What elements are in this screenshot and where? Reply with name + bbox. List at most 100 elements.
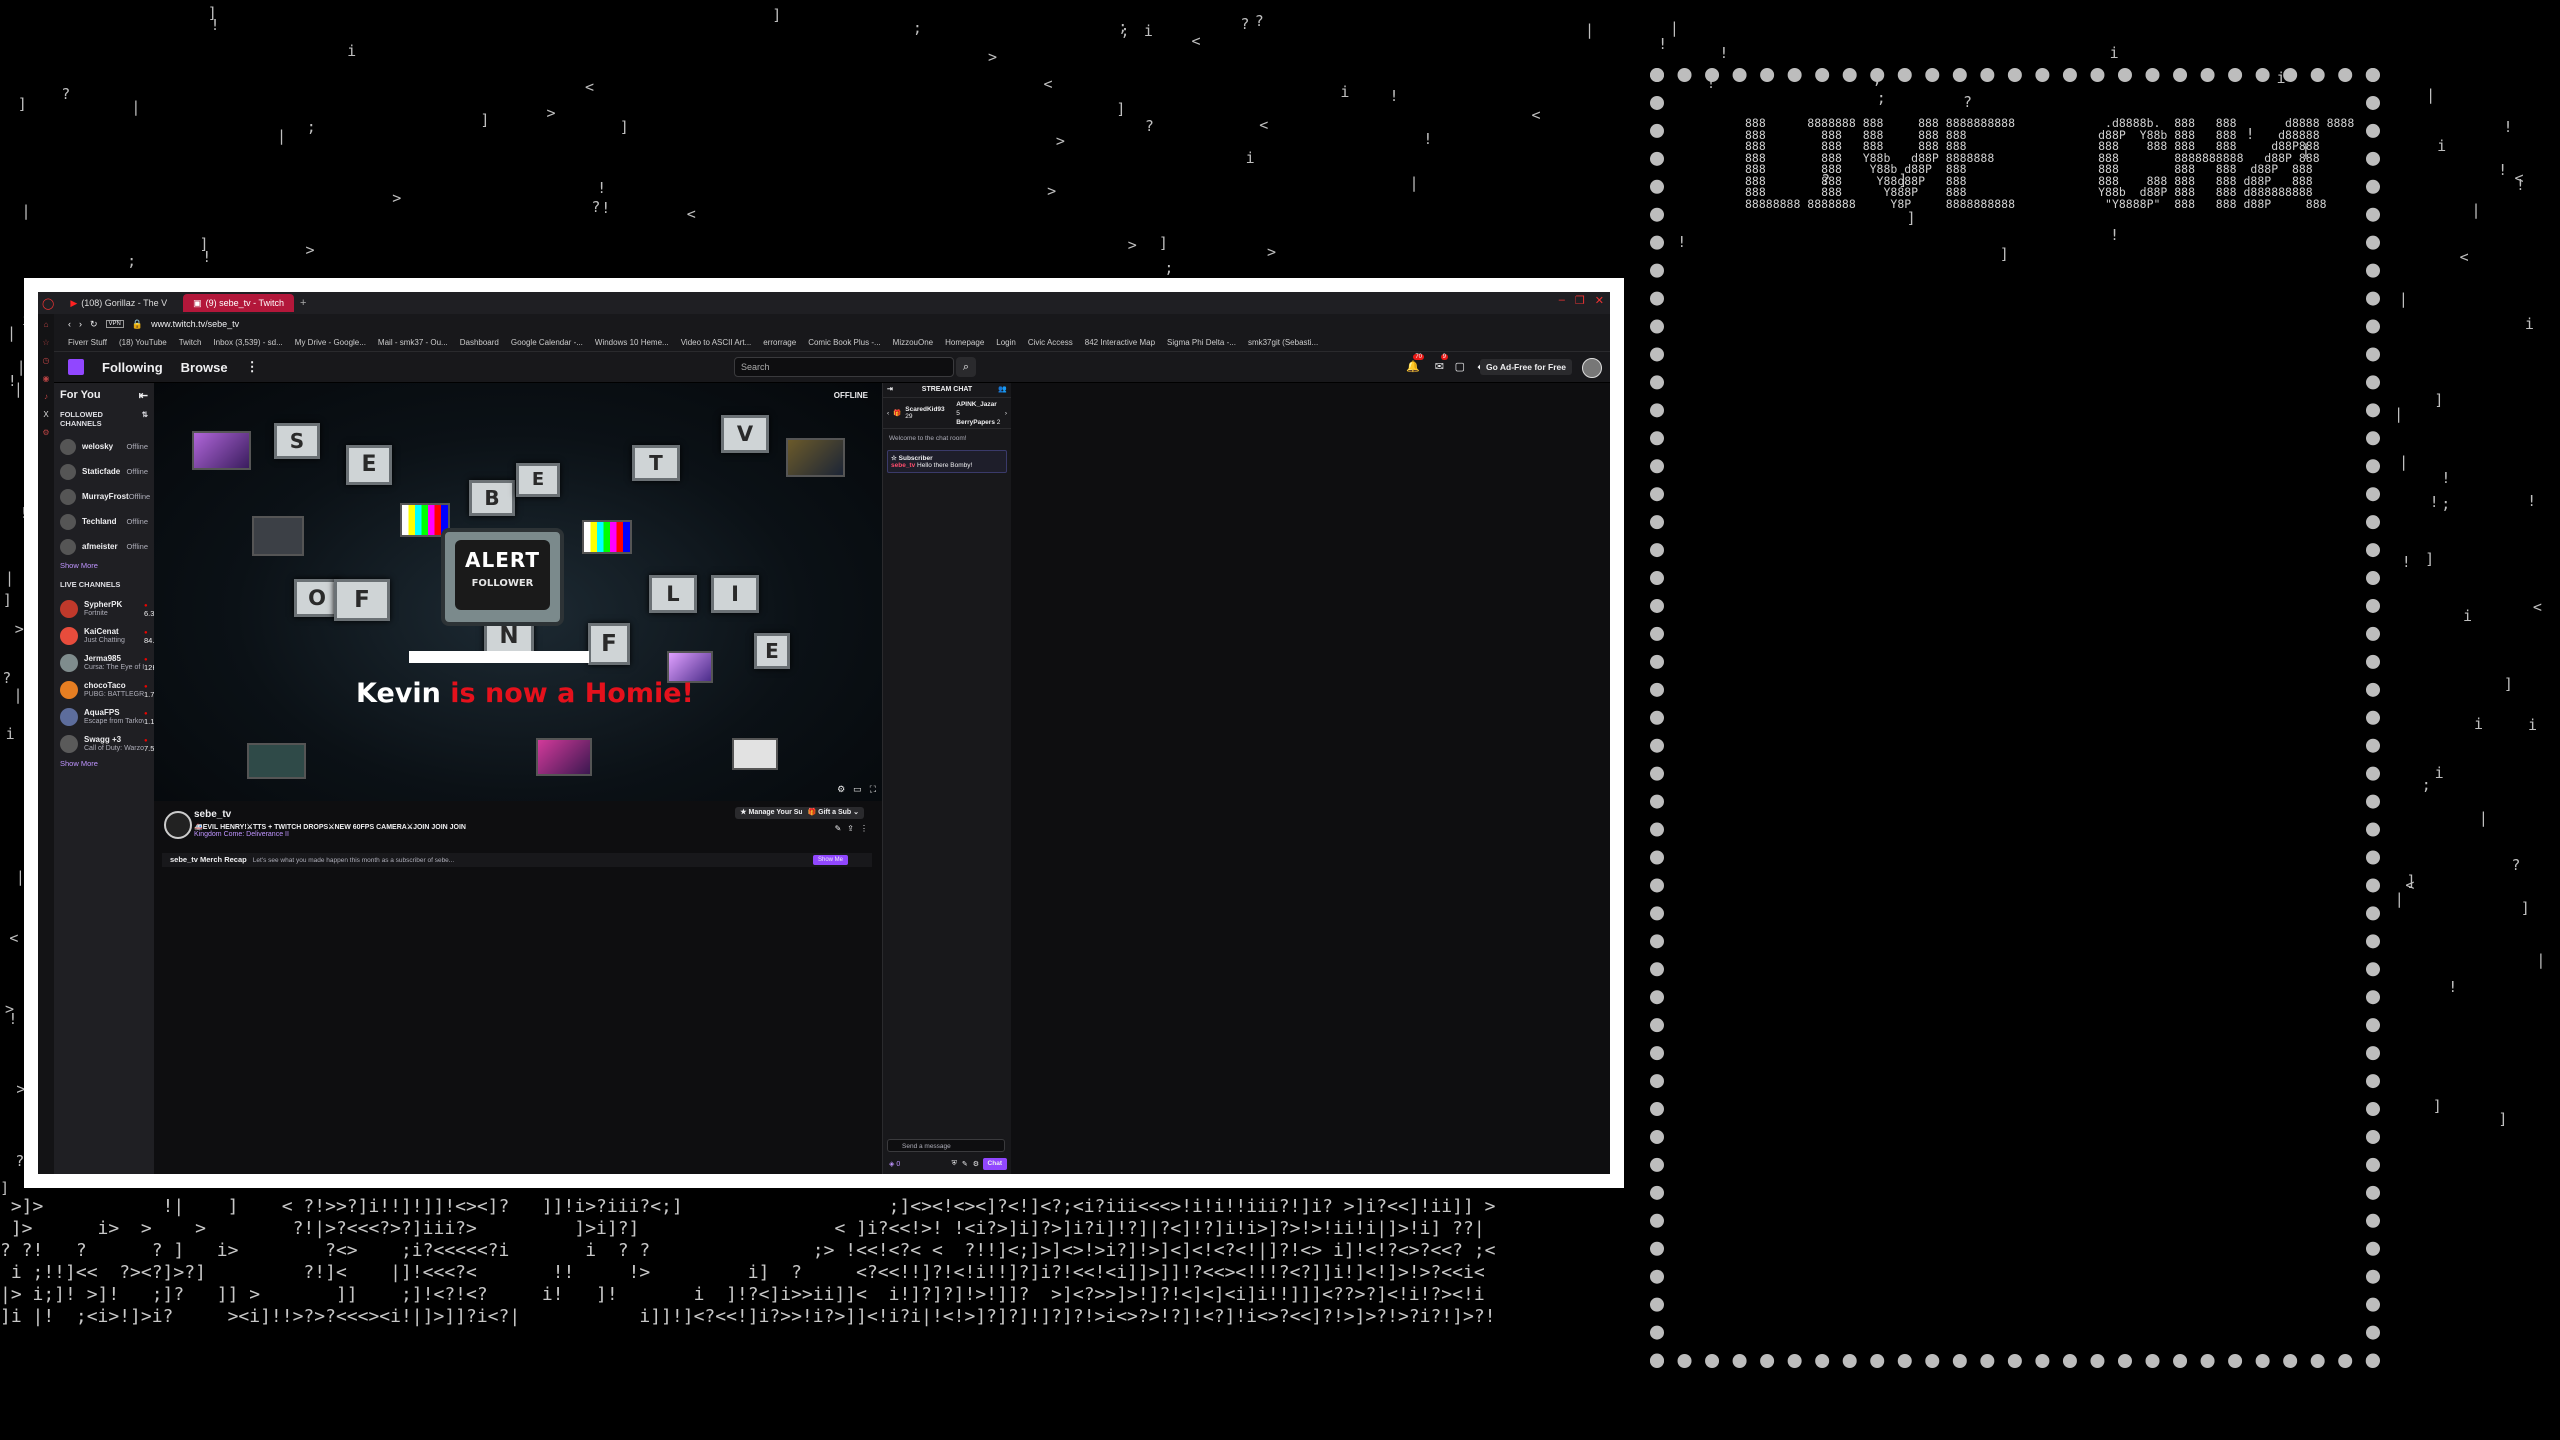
manage-sub-button[interactable]: ★ Manage Your Sub [735,807,812,819]
vpn-icon[interactable]: VPN [105,320,124,328]
live-channel[interactable]: chocoTacoPUBG: BATTLEGRO...1.7K [54,676,159,703]
live-channel[interactable]: KaiCenatJust Chatting84.8K [54,622,164,649]
nav-following[interactable]: Following [102,360,163,375]
live-channel[interactable]: SypherPKFortnite6.3K [54,595,159,622]
show-more-link[interactable]: Show More [54,559,154,578]
ad-free-button[interactable]: Go Ad-Free for Free [1480,359,1572,375]
next-icon[interactable]: › [1005,410,1007,417]
live-channel[interactable]: Jerma985Cursa: The Eye of I...12K [54,649,157,676]
fullscreen-icon[interactable]: ⛶ [870,784,876,795]
channel-avatar [60,438,76,455]
home-icon[interactable]: ⌂ [44,320,49,329]
ascii-glyph: | [2394,889,2404,908]
address-bar: ‹ › ↻ VPN 🔒 www.twitch.tv/sebe_tv [38,314,1610,334]
subscriber-text: Subscriber [898,455,933,462]
forward-icon[interactable]: › [79,319,82,329]
twitch-logo-icon[interactable] [68,359,84,375]
bookmark-item[interactable]: Google Calendar -... [511,338,583,347]
live-channel[interactable]: Swagg +3Call of Duty: Warzo...7.5K [54,730,159,757]
url-text[interactable]: www.twitch.tv/sebe_tv [151,319,239,329]
history-icon[interactable]: ◷ [43,356,50,365]
followed-channel[interactable]: Techland Offline [54,509,154,534]
live-channel[interactable]: AquaFPSEscape from Tarkov1.1K [54,703,159,730]
gifter-2[interactable]: APINK_Jazar 5 BerryPapers 2 [956,400,1001,427]
user-avatar[interactable] [1582,358,1602,378]
followed-channel[interactable]: afmeister Offline [54,534,154,559]
ascii-glyph: | [2399,453,2409,472]
notifications-icon[interactable]: 🔔 [1406,360,1420,373]
chat-send-button[interactable]: Chat [982,1158,1007,1170]
bookmark-item[interactable]: Sigma Phi Delta -... [1167,338,1236,347]
tv-letter: I [711,575,759,613]
bookmark-item[interactable]: Comic Book Plus -... [808,338,880,347]
followed-channel[interactable]: Staticfade Offline [54,459,154,484]
bookmark-item[interactable]: Windows 10 Heme... [595,338,669,347]
theatre-icon[interactable]: ▭ [853,784,862,795]
share-icon[interactable]: ⇪ [847,824,854,833]
inbox-icon[interactable]: ✉ [1435,360,1444,373]
search-input[interactable]: Search [734,357,954,377]
bookmark-item[interactable]: Inbox (3,539) - sd... [213,338,282,347]
settings-icon[interactable]: ⚙ [837,784,845,795]
maximize-button[interactable]: ❐ [1575,294,1585,307]
back-icon[interactable]: ‹ [68,319,71,329]
channel-name[interactable]: sebe_tv [194,809,231,820]
bookmark-item[interactable]: Twitch [179,338,202,347]
sort-icon[interactable]: ⇅ [142,410,148,428]
followed-channel[interactable]: welosky Offline [54,434,154,459]
more-icon[interactable]: ⋮ [246,359,259,375]
messenger-icon[interactable]: ◉ [43,374,50,383]
gift-sub-button[interactable]: 🎁 Gift a Sub ⌄ [802,807,864,819]
tab-youtube[interactable]: ▶ (108) Gorillaz - The V [60,294,177,312]
settings-icon[interactable]: ⚙ [42,428,49,437]
show-me-button[interactable]: Show Me [812,855,848,865]
show-more-link-2[interactable]: Show More [54,757,154,776]
bookmark-item[interactable]: 842 Interactive Map [1085,338,1155,347]
bookmark-item[interactable]: Homepage [945,338,984,347]
reload-icon[interactable]: ↻ [90,319,98,330]
nav-browse[interactable]: Browse [181,360,228,375]
stream-category[interactable]: Kingdom Come: Deliverance II [194,831,289,838]
anime-art-thumb [192,431,251,470]
bookmark-item[interactable]: errorrage [763,338,796,347]
tab-twitch[interactable]: ▣ (9) sebe_tv - Twitch [183,294,294,312]
bookmark-item[interactable]: MizzouOne [893,338,933,347]
gifter-1[interactable]: ScaredKid93 29 [905,406,952,420]
settings-icon[interactable]: ⚙ [973,1160,979,1168]
chat-username[interactable]: sebe_tv [891,462,915,469]
bookmark-item[interactable]: Civic Access [1028,338,1073,347]
star-icon[interactable]: ☆ [42,338,49,347]
chat-input[interactable]: Send a message [887,1139,1005,1152]
pen-icon[interactable]: ✎ [962,1160,968,1168]
bookmark-item[interactable]: smk37git (Sebasti... [1248,338,1318,347]
close-button[interactable]: ✕ [1595,294,1604,307]
prev-icon[interactable]: ‹ [887,410,889,417]
bookmark-item[interactable]: (18) YouTube [119,338,167,347]
bookmark-item[interactable]: Fiverr Stuff [68,338,107,347]
bookmark-item[interactable]: Login [996,338,1016,347]
edit-icon[interactable]: ✎ [835,824,842,833]
bookmark-item[interactable]: Dashboard [460,338,499,347]
collapse-icon[interactable]: ⇤ [139,389,148,402]
users-icon[interactable]: 👥 [998,383,1007,397]
bookmark-item[interactable]: Video to ASCII Art... [681,338,752,347]
search-icon[interactable]: ⌕ [956,357,976,377]
opera-icon[interactable]: ◯ [42,297,54,310]
bookmark-item[interactable]: My Drive - Google... [295,338,366,347]
channel-avatar[interactable] [164,811,192,839]
gifter-name: APINK_Jazar [956,400,997,408]
video-player[interactable]: OFFLINE SEBETVOFFLINE ALERT FOLLOWER Kev… [154,383,882,801]
ascii-glyph: > [392,188,402,207]
collapse-chat-icon[interactable]: ⇥ [887,383,893,397]
channel-points[interactable]: ◈ 0 [889,1160,900,1168]
new-tab-button[interactable]: + [300,297,306,309]
whisper-icon[interactable]: ▢ [1455,360,1465,373]
followed-channel[interactable]: MurrayFrost Offline [54,484,154,509]
music-icon[interactable]: ♪ [44,392,48,401]
minimize-button[interactable]: – [1559,294,1565,307]
bookmark-item[interactable]: Mail - smk37 - Ou... [378,338,448,347]
shield-icon[interactable]: ⛨ [952,1160,957,1168]
more-icon[interactable]: ⋮ [860,824,868,833]
ascii-glyph: < [1191,31,1201,50]
x-icon[interactable]: X [43,410,48,419]
